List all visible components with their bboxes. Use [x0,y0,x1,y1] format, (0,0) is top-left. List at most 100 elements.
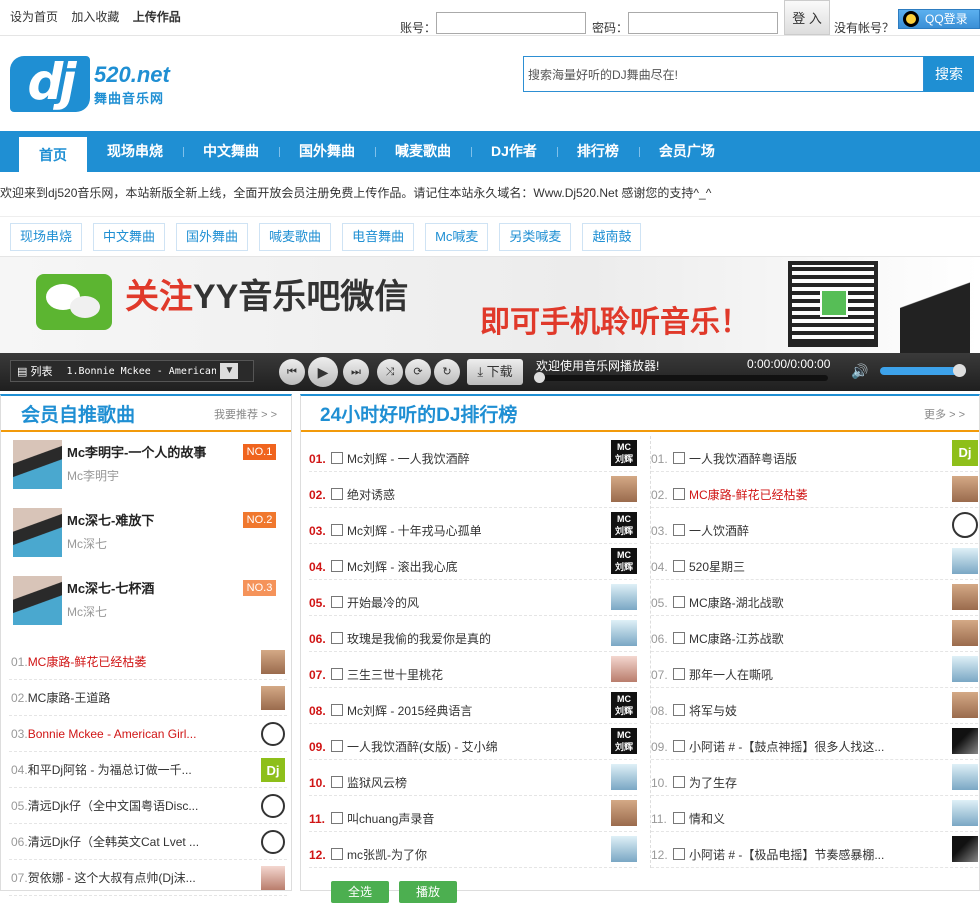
play-icon[interactable]: ▶ [308,357,338,387]
select-all-button[interactable]: 全选 [331,881,389,903]
nav-member-plaza[interactable]: 会员广场 [638,131,735,172]
chart-row[interactable]: 12. 小阿诺 # -【极品电摇】节奏感暴棚... [651,832,978,868]
song-title-link[interactable]: Mc刘辉 - 十年戎马心孤单 [347,524,482,538]
chart-row[interactable]: 02. 绝对诱惑 [309,472,637,508]
category-tag[interactable]: 中文舞曲 [93,223,166,251]
song-checkbox[interactable] [673,560,685,573]
song-title-link[interactable]: 清远Djk仔（全中文国粤语Disc... [28,799,199,813]
chart-row[interactable]: 06. MC康路-江苏战歌 [651,616,978,652]
progress-slider[interactable] [534,372,828,383]
featured-title[interactable]: Mc李明宇-一个人的故事 [67,442,206,461]
song-checkbox[interactable] [673,740,685,753]
song-title-link[interactable]: mc张凯-为了你 [347,848,427,862]
song-checkbox[interactable] [331,488,343,501]
chart-row[interactable]: 06. 玫瑰是我偷的我爱你是真的 [309,616,637,652]
song-title-link[interactable]: 520星期三 [689,560,745,574]
playlist-select[interactable]: ▤ 列表 1.Bonnie Mckee - American ( ▼ [10,360,254,382]
song-checkbox[interactable] [331,704,343,717]
list-item[interactable]: 05.清远Djk仔（全中文国粤语Disc... [9,788,287,824]
list-item[interactable]: 03.Bonnie Mckee - American Girl... [9,716,287,752]
song-title-link[interactable]: 将军与妓 [689,704,737,718]
list-item[interactable]: 04.和平Dj阿铭 - 为福总订做一千... Dj [9,752,287,788]
category-tag[interactable]: 越南鼓 [582,223,642,251]
song-title-link[interactable]: MC康路-江苏战歌 [689,632,784,646]
search-input[interactable] [523,56,924,92]
chart-row[interactable]: 10. 监狱风云榜 [309,760,637,796]
song-title-link[interactable]: Mc刘辉 - 一人我饮酒醉 [347,452,470,466]
list-item[interactable]: 02.MC康路-王道路 [9,680,287,716]
song-title-link[interactable]: MC康路-鲜花已经枯萎 [689,488,808,502]
chart-row[interactable]: 05. MC康路-湖北战歌 [651,580,978,616]
play-button[interactable]: 播放 [399,881,457,903]
song-checkbox[interactable] [331,524,343,537]
song-checkbox[interactable] [331,596,343,609]
chart-row[interactable]: 08. 将军与妓 [651,688,978,724]
song-checkbox[interactable] [331,452,343,465]
chart-row[interactable]: 03. Mc刘辉 - 十年戎马心孤单 MC 刘辉 [309,508,637,544]
account-input[interactable] [436,12,587,34]
song-checkbox[interactable] [331,740,343,753]
song-checkbox[interactable] [673,848,685,861]
password-input[interactable] [628,12,779,34]
song-checkbox[interactable] [331,632,343,645]
song-checkbox[interactable] [673,776,685,789]
shuffle-icon[interactable]: ⤨ [377,359,403,385]
song-title-link[interactable]: 叫chuang声录音 [347,812,434,826]
song-title-link[interactable]: 一人我饮酒醉(女版) - 艾小绵 [347,740,498,754]
search-button[interactable]: 搜索 [924,56,974,92]
song-checkbox[interactable] [673,812,685,825]
nav-dj-authors[interactable]: DJ作者 [471,131,557,172]
category-tag[interactable]: 电音舞曲 [342,223,415,251]
list-item[interactable]: 06.清远Djk仔（全韩英文Cat Lvet ... [9,824,287,860]
upload-link[interactable]: 上传作品 [133,10,181,24]
song-checkbox[interactable] [331,848,343,861]
chart-row[interactable]: 05. 开始最冷的风 [309,580,637,616]
song-title-link[interactable]: 和平Dj阿铭 - 为福总订做一千... [28,763,192,777]
song-title-link[interactable]: MC康路-鲜花已经枯萎 [28,655,147,669]
add-favorite-link[interactable]: 加入收藏 [71,10,119,24]
chart-row[interactable]: 11. 情和义 [651,796,978,832]
set-home-link[interactable]: 设为首页 [10,10,58,24]
chart-row[interactable]: 08. Mc刘辉 - 2015经典语言 MC 刘辉 [309,688,637,724]
previous-icon[interactable]: ⏮ [279,359,305,385]
chart-row[interactable]: 04. 520星期三 [651,544,978,580]
song-title-link[interactable]: MC康路-湖北战歌 [689,596,784,610]
song-checkbox[interactable] [673,596,685,609]
song-title-link[interactable]: Bonnie Mckee - American Girl... [28,727,197,741]
featured-title[interactable]: Mc深七-难放下 [67,510,154,529]
song-title-link[interactable]: 一人我饮酒醉粤语版 [689,452,797,466]
chart-row[interactable]: 10. 为了生存 [651,760,978,796]
list-item[interactable]: 01.MC康路-鲜花已经枯萎 [9,644,287,680]
song-title-link[interactable]: 开始最冷的风 [347,596,419,610]
chart-row[interactable]: 09. 小阿诺 # -【鼓点神摇】很多人找这... [651,724,978,760]
repeat-icon[interactable]: ⟳ [405,359,431,385]
song-title-link[interactable]: 一人饮酒醉 [689,524,749,538]
song-checkbox[interactable] [673,668,685,681]
nav-charts[interactable]: 排行榜 [556,131,639,172]
chart-row[interactable]: 04. Mc刘辉 - 滚出我心底 MC 刘辉 [309,544,637,580]
song-title-link[interactable]: 三生三世十里桃花 [347,668,443,682]
chart-row[interactable]: 07. 三生三世十里桃花 [309,652,637,688]
chart-row[interactable]: 07. 那年一人在嘶吼 [651,652,978,688]
song-checkbox[interactable] [331,668,343,681]
song-title-link[interactable]: 那年一人在嘶吼 [689,668,773,682]
nav-live-mix[interactable]: 现场串烧 [87,131,183,172]
volume-icon[interactable]: 🔊 [851,363,868,380]
chart-row[interactable]: 12. mc张凯-为了你 [309,832,637,868]
nav-chinese-dance[interactable]: 中文舞曲 [183,131,279,172]
song-title-link[interactable]: 小阿诺 # -【鼓点神摇】很多人找这... [689,740,884,754]
song-title-link[interactable]: Mc刘辉 - 2015经典语言 [347,704,472,718]
next-icon[interactable]: ⏭ [343,359,369,385]
song-title-link[interactable]: MC康路-王道路 [28,691,111,705]
chart-row[interactable]: 03. 一人饮酒醉 [651,508,978,544]
download-button[interactable]: ⤓ 下载 [467,359,523,385]
featured-title[interactable]: Mc深七-七杯酒 [67,578,154,597]
song-title-link[interactable]: 监狱风云榜 [347,776,407,790]
more-link[interactable]: 更多 > > [924,406,965,422]
recommend-link[interactable]: 我要推荐 > > [214,406,277,422]
song-title-link[interactable]: 绝对诱惑 [347,488,395,502]
song-checkbox[interactable] [673,488,685,501]
register-link[interactable]: 没有帐号？ [834,19,894,36]
category-tag[interactable]: 国外舞曲 [176,223,249,251]
chart-row[interactable]: 01. Mc刘辉 - 一人我饮酒醉 MC 刘辉 [309,436,637,472]
